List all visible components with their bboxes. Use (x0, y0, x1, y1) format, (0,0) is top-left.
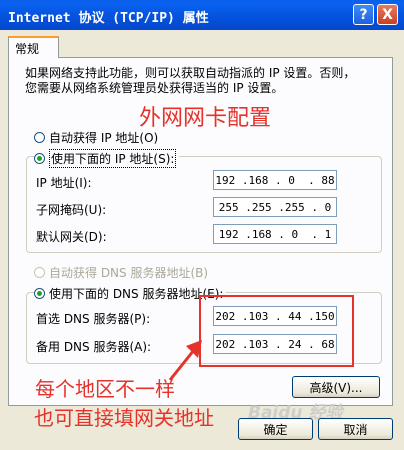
annotation-gateway-note: 也可直接填网关地址 (34, 406, 214, 430)
help-button[interactable]: ? (353, 4, 374, 25)
auto-ip-label: 自动获得 IP 地址(O) (49, 131, 159, 145)
ip-address-label: IP 地址(I): (36, 176, 92, 190)
manual-dns-label: 使用下面的 DNS 服务器地址(E): (49, 287, 224, 301)
ip-address-field[interactable]: 192 .168 . 0 . 88 (213, 170, 337, 190)
annotation-external-nic: 外网网卡配置 (139, 106, 272, 131)
preferred-dns-label: 首选 DNS 服务器(P): (36, 312, 151, 326)
radio-checked-icon (34, 153, 45, 164)
auto-dns-label: 自动获得 DNS 服务器地址(B) (49, 266, 209, 280)
cancel-button[interactable]: 取消 (318, 418, 393, 440)
subnet-mask-label: 子网掩码(U): (36, 203, 107, 217)
ok-button[interactable]: 确定 (238, 418, 313, 440)
radio-checked-icon (34, 288, 45, 299)
description-line-1: 如果网络支持此功能，则可以获取自动指派的 IP 设置。否则， (25, 66, 356, 80)
annotation-region-note: 每个地区不一样 (35, 377, 175, 401)
auto-dns-radio[interactable]: 自动获得 DNS 服务器地址(B) (34, 264, 208, 281)
window-title: Internet 协议 (TCP/IP) 属性 (8, 11, 209, 26)
manual-dns-radio[interactable]: 使用下面的 DNS 服务器地址(E): (34, 285, 227, 302)
manual-ip-label: 使用下面的 IP 地址(S): (49, 149, 177, 168)
tab-general[interactable]: 常规 (8, 36, 59, 58)
close-button[interactable]: X (377, 4, 398, 25)
description-line-2: 您需要从网络系统管理员处获得适当的 IP 设置。 (25, 81, 284, 95)
alternate-dns-label: 备用 DNS 服务器(A): (36, 340, 152, 354)
default-gateway-label: 默认网关(D): (36, 230, 107, 244)
close-icon: X (382, 6, 393, 23)
help-icon: ? (359, 6, 368, 23)
advanced-button[interactable]: 高级(V)... (292, 376, 380, 398)
auto-ip-radio[interactable]: 自动获得 IP 地址(O) (34, 129, 158, 146)
radio-icon (34, 132, 45, 143)
radio-disabled-icon (34, 267, 45, 278)
default-gateway-field[interactable]: 192 .168 . 0 . 1 (213, 224, 337, 244)
subnet-mask-field[interactable]: 255 .255 .255 . 0 (213, 197, 337, 217)
description-text: 如果网络支持此功能，则可以获取自动指派的 IP 设置。否则， 您需要从网络系统管… (25, 66, 375, 96)
general-panel: 如果网络支持此功能，则可以获取自动指派的 IP 设置。否则， 您需要从网络系统管… (8, 57, 393, 406)
title-bar[interactable]: Internet 协议 (TCP/IP) 属性 ? X (0, 0, 404, 30)
manual-ip-radio[interactable]: 使用下面的 IP 地址(S): (34, 149, 180, 168)
